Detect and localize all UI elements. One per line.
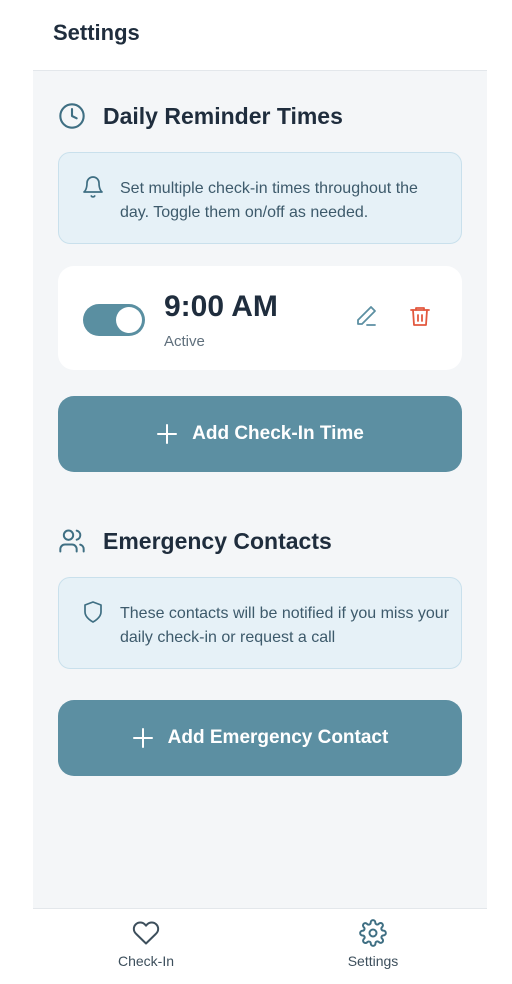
- add-check-in-time-button[interactable]: Add Check-In Time: [58, 396, 462, 472]
- heart-icon: [132, 919, 160, 947]
- edit-reminder-button[interactable]: [350, 302, 382, 334]
- bell-icon: [81, 175, 105, 199]
- clock-icon: [57, 101, 87, 131]
- toggle-knob: [116, 307, 142, 333]
- contacts-section-header: Emergency Contacts: [57, 526, 332, 556]
- reminders-section-header: Daily Reminder Times: [57, 101, 343, 131]
- nav-label-check-in: Check-In: [117, 953, 175, 969]
- trash-icon: [408, 304, 432, 333]
- gear-icon: [359, 919, 387, 947]
- page-title: Settings: [53, 20, 140, 45]
- contacts-info-box: These contacts will be notified if you m…: [58, 577, 462, 669]
- reminders-info-text: Set multiple check-in times throughout t…: [120, 180, 418, 221]
- reminder-time-card: 9:00 AM Active: [58, 266, 462, 370]
- bottom-nav: Check-In Settings: [33, 908, 487, 970]
- add-emergency-contact-label: Add Emergency Contact: [167, 727, 389, 748]
- nav-item-settings[interactable]: Settings: [318, 919, 428, 969]
- delete-reminder-button[interactable]: [404, 302, 436, 334]
- reminder-time: 9:00 AM: [164, 290, 278, 323]
- reminders-info-box: Set multiple check-in times throughout t…: [58, 152, 462, 244]
- contacts-section-title: Emergency Contacts: [103, 527, 332, 554]
- reminder-status: Active: [164, 333, 205, 350]
- users-icon: [57, 526, 87, 556]
- plus-icon: [132, 727, 154, 749]
- top-bar: Settings: [0, 0, 512, 70]
- nav-label-settings: Settings: [347, 953, 399, 969]
- reminders-section-title: Daily Reminder Times: [103, 102, 343, 129]
- add-emergency-contact-button[interactable]: Add Emergency Contact: [58, 700, 462, 776]
- reminder-toggle[interactable]: [83, 304, 145, 336]
- contacts-info-text: These contacts will be notified if you m…: [120, 605, 450, 646]
- plus-icon: [156, 423, 178, 445]
- nav-item-check-in[interactable]: Check-In: [91, 919, 201, 969]
- shield-icon: [81, 600, 105, 624]
- add-check-in-time-label: Add Check-In Time: [192, 423, 364, 444]
- pencil-icon: [354, 304, 378, 333]
- settings-content[interactable]: Daily Reminder Times Set multiple check-…: [33, 70, 487, 908]
